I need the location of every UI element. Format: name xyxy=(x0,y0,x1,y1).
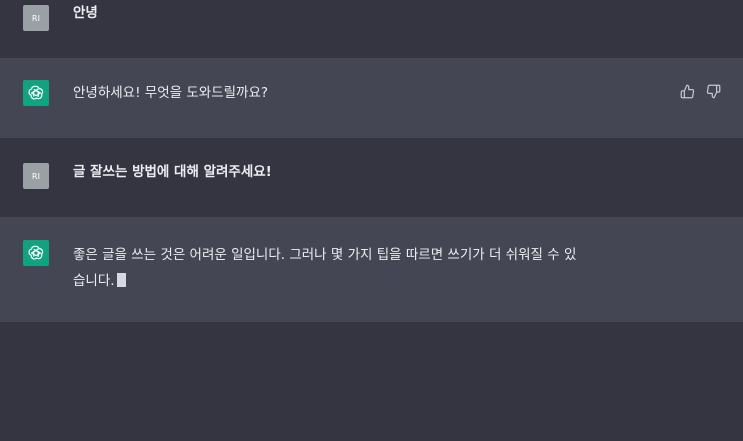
feedback-buttons xyxy=(679,83,721,99)
user-avatar-initials: RI xyxy=(31,13,41,23)
message-text: 좋은 글을 쓰는 것은 어려운 일입니다. 그러나 몇 가지 팁을 따르면 쓰기… xyxy=(73,242,673,294)
typing-cursor xyxy=(116,273,126,287)
openai-logo-icon xyxy=(23,240,49,266)
user-avatar: RI xyxy=(23,163,49,189)
assistant-message: 좋은 글을 쓰는 것은 어려운 일입니다. 그러나 몇 가지 팁을 따르면 쓰기… xyxy=(0,217,743,322)
message-text: 글 잘쓰는 방법에 대해 알려주세요! xyxy=(73,164,272,180)
user-message: RI 글 잘쓰는 방법에 대해 알려주세요! xyxy=(0,138,743,217)
message-text: 안녕 xyxy=(73,5,98,21)
openai-logo-icon xyxy=(23,80,49,106)
thumbs-up-icon[interactable] xyxy=(679,83,695,99)
chat-thread: RI 안녕 안녕하세요! 무엇을 도와드릴까요? RI 글 잘쓰는 방법에 대해… xyxy=(0,0,743,441)
user-avatar: RI xyxy=(23,5,49,31)
message-text-content: 좋은 글을 쓰는 것은 어려운 일입니다. 그러나 몇 가지 팁을 따르면 쓰기… xyxy=(73,247,577,289)
thumbs-down-icon[interactable] xyxy=(705,83,721,99)
empty-area xyxy=(0,322,743,441)
user-avatar-initials: RI xyxy=(31,171,41,181)
message-text: 안녕하세요! 무엇을 도와드릴까요? xyxy=(73,85,269,101)
assistant-message: 안녕하세요! 무엇을 도와드릴까요? xyxy=(0,58,743,138)
user-message: RI 안녕 xyxy=(0,0,743,58)
